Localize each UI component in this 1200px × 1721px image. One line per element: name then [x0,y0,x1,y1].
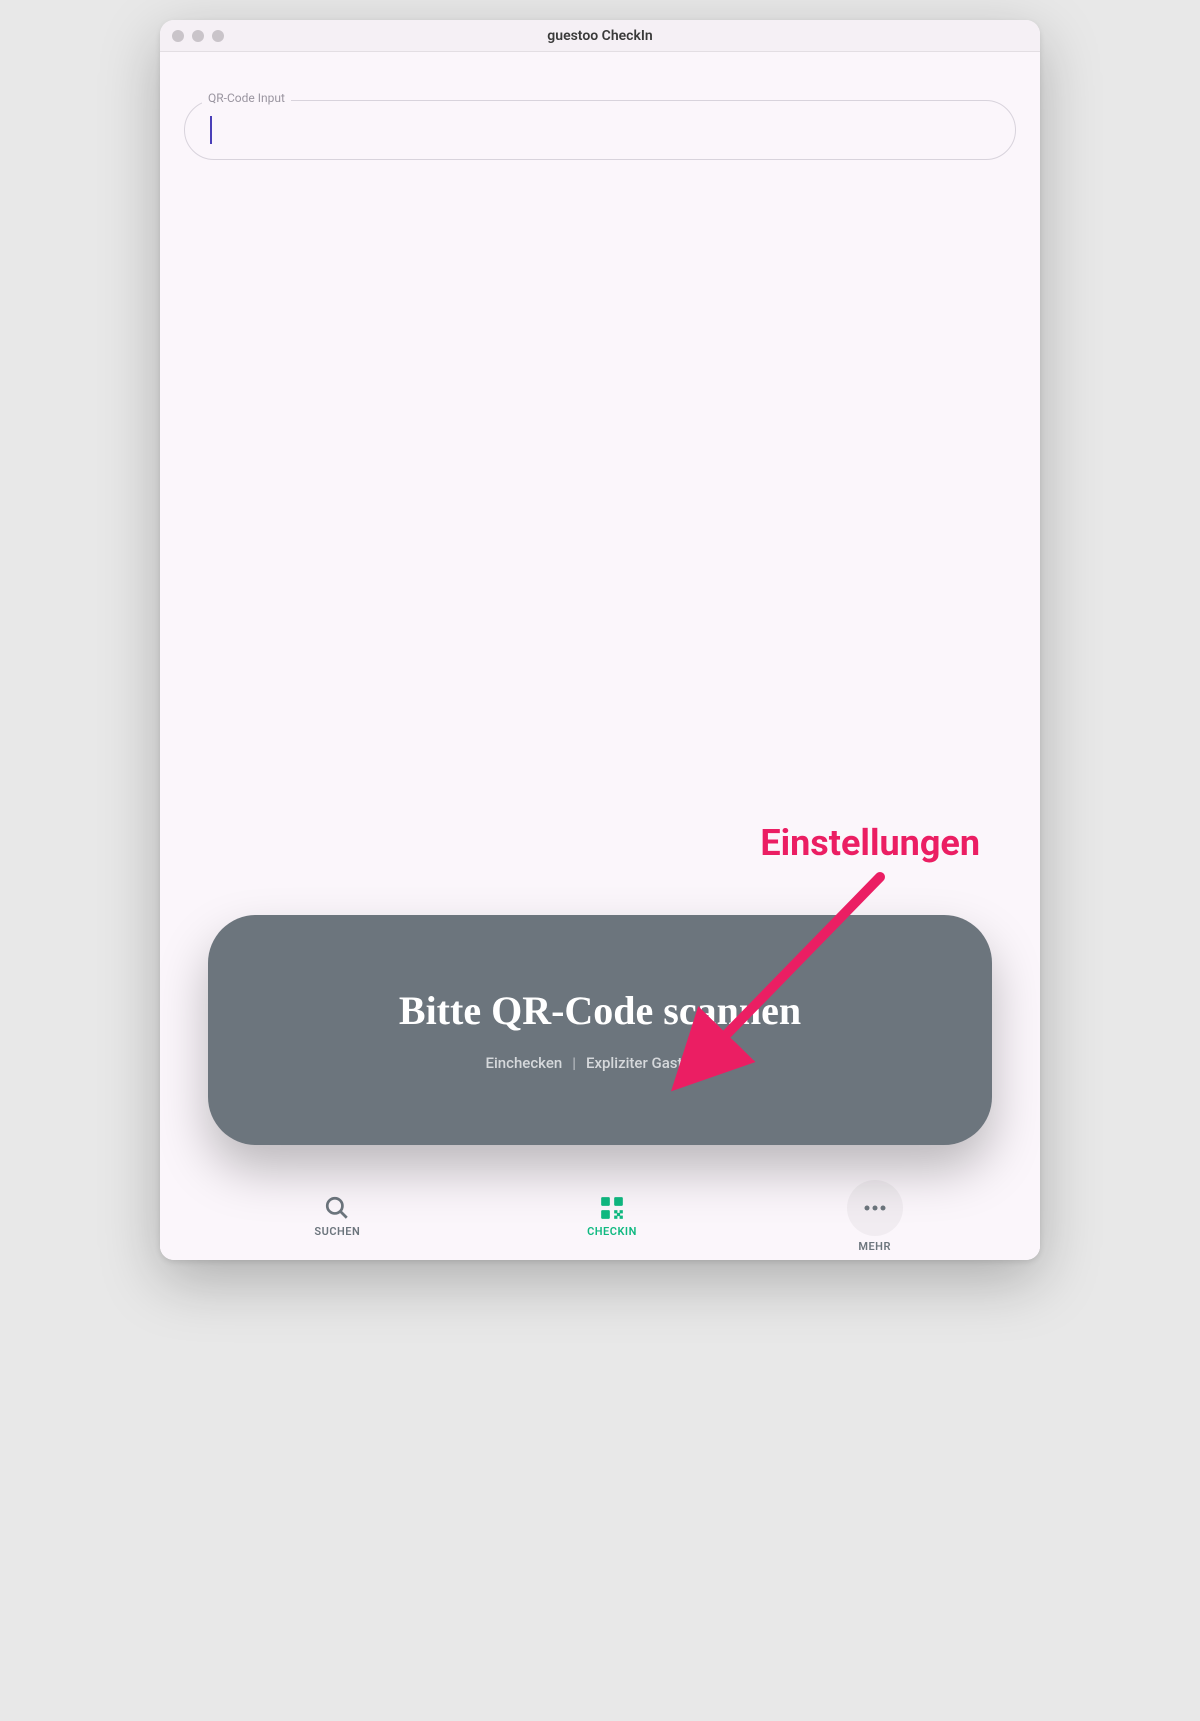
scan-mode-separator: | [572,1054,576,1072]
qr-input-wrapper: QR-Code Input [184,100,1016,160]
gear-icon [693,1052,715,1074]
window-title: guestoo CheckIn [160,28,1040,44]
qr-input-area: QR-Code Input [160,52,1040,160]
minimize-window-button[interactable] [192,30,204,42]
qr-code-icon [599,1195,625,1221]
close-window-button[interactable] [172,30,184,42]
nav-label-checkin: CHECKIN [587,1225,637,1238]
bottom-nav: SUCHEN CHECKIN [160,1172,1040,1260]
text-caret [210,116,212,144]
maximize-window-button[interactable] [212,30,224,42]
app-window: guestoo CheckIn QR-Code Input Einstellun… [160,20,1040,1260]
qr-input-label: QR-Code Input [202,91,291,105]
scan-mode-explicit: Expliziter Gast [586,1054,683,1072]
search-icon [324,1195,350,1221]
window-controls [172,30,224,42]
nav-label-search: SUCHEN [314,1225,360,1238]
annotation-label: Einstellungen [760,822,980,864]
nav-item-checkin[interactable]: CHECKIN [572,1195,652,1238]
nav-item-more[interactable]: MEHR [847,1180,903,1253]
more-dots-icon [863,1205,887,1211]
nav-item-search[interactable]: SUCHEN [297,1195,377,1238]
settings-button[interactable] [693,1052,715,1074]
more-button-circle [847,1180,903,1236]
scan-mode-line: Einchecken | Expliziter Gast [485,1052,714,1074]
app-content: QR-Code Input Einstellungen Bitte QR-Cod… [160,52,1040,1260]
titlebar: guestoo CheckIn [160,20,1040,52]
scan-mode-checkin: Einchecken [485,1054,562,1072]
scan-prompt-title: Bitte QR-Code scannen [399,987,801,1034]
annotation-callout: Einstellungen [760,822,980,864]
nav-label-more: MEHR [858,1240,891,1253]
qr-code-input[interactable] [184,100,1016,160]
scan-prompt-card: Bitte QR-Code scannen Einchecken | Expli… [208,915,992,1145]
